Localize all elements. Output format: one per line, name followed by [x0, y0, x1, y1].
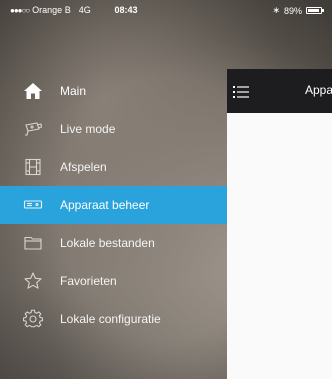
menu-item-label: Apparaat beheer [60, 198, 150, 212]
side-menu: Main Live mode Afspelen Apparaat beheer … [0, 72, 227, 338]
menu-item-afspelen[interactable]: Afspelen [0, 148, 227, 186]
bluetooth-icon: ∗ [272, 5, 280, 15]
network-type: 4G [78, 5, 91, 15]
content-body[interactable] [227, 113, 332, 379]
content-title: Appa [305, 83, 332, 97]
content-header: Appa [227, 69, 332, 113]
status-right: ∗ 89% [272, 5, 324, 16]
gear-icon [23, 309, 43, 329]
menu-item-label: Favorieten [60, 274, 117, 288]
battery-percent: 89% [283, 5, 302, 16]
star-icon [23, 271, 43, 291]
menu-item-lokale-bestanden[interactable]: Lokale bestanden [0, 224, 227, 262]
menu-item-label: Afspelen [60, 160, 107, 174]
list-menu-icon[interactable] [233, 85, 249, 99]
battery-icon [306, 7, 324, 14]
home-icon [23, 81, 43, 101]
menu-item-label: Main [60, 84, 87, 98]
menu-item-label: Lokale configuratie [60, 312, 161, 326]
camera-icon [23, 119, 43, 139]
film-icon [23, 157, 43, 177]
menu-item-favorieten[interactable]: Favorieten [0, 262, 227, 300]
menu-item-live-mode[interactable]: Live mode [0, 110, 227, 148]
signal-strength: ●●●○○ [10, 5, 30, 15]
carrier-name: Orange B [32, 5, 71, 15]
status-left: ●●●○○ Orange B 4G [10, 5, 91, 15]
menu-item-apparaat-beheer[interactable]: Apparaat beheer [0, 186, 227, 224]
menu-item-label: Live mode [60, 122, 116, 136]
status-time: 08:43 [114, 5, 138, 15]
status-bar: ●●●○○ Orange B 4G 08:43 ∗ 89% [0, 0, 332, 20]
folder-icon [23, 233, 43, 253]
menu-item-lokale-configuratie[interactable]: Lokale configuratie [0, 300, 227, 338]
device-icon [23, 195, 43, 215]
menu-item-main[interactable]: Main [0, 72, 227, 110]
menu-item-label: Lokale bestanden [60, 236, 155, 250]
